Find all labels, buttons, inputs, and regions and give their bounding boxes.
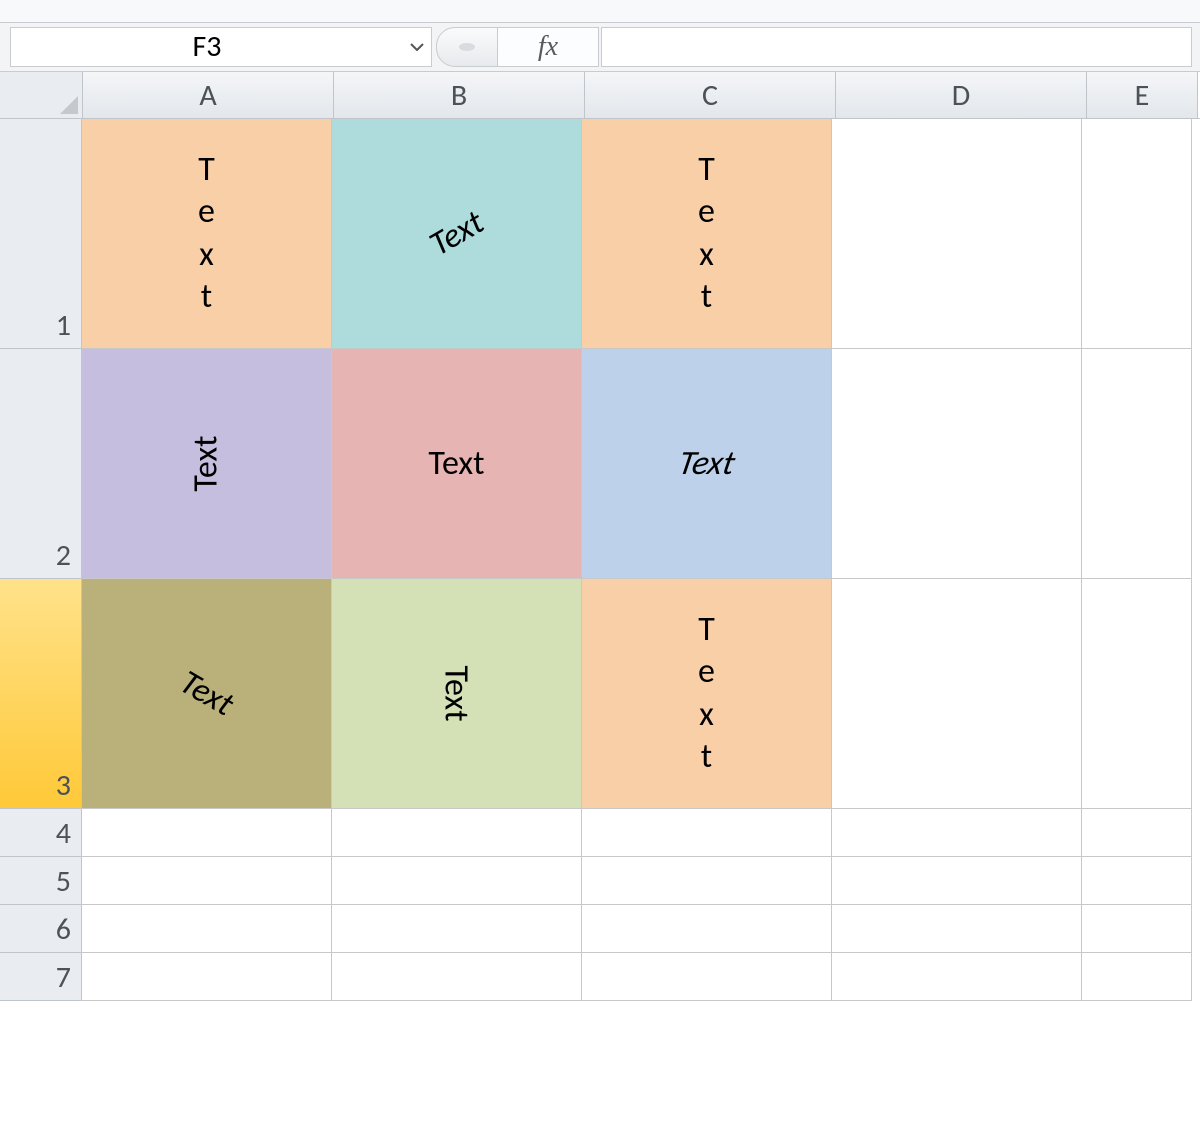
- cell-a6[interactable]: [82, 905, 332, 953]
- cell-content: Text: [698, 609, 715, 779]
- cell-a3[interactable]: Text: [82, 579, 332, 809]
- row-header-6[interactable]: 6: [0, 905, 82, 953]
- cell-d3[interactable]: [832, 579, 1082, 809]
- cell-content: Text: [423, 203, 491, 265]
- cell-d7[interactable]: [832, 953, 1082, 1001]
- cell-d4[interactable]: [832, 809, 1082, 857]
- cell-b2[interactable]: Text: [332, 349, 582, 579]
- cell-a7[interactable]: [82, 953, 332, 1001]
- formula-bar-buttons: fx: [436, 27, 599, 67]
- cell-c1[interactable]: Text: [582, 119, 832, 349]
- name-box-value[interactable]: F3: [11, 28, 403, 66]
- cell-a1[interactable]: Text: [82, 119, 332, 349]
- formula-input[interactable]: [601, 27, 1192, 67]
- cell-b4[interactable]: [332, 809, 582, 857]
- cell-d6[interactable]: [832, 905, 1082, 953]
- column-header-a[interactable]: A: [83, 72, 334, 118]
- row-2: 2 Text Text Text: [0, 349, 1200, 579]
- cell-c3[interactable]: Text: [582, 579, 832, 809]
- cell-a2[interactable]: Text: [82, 349, 332, 579]
- row-header-4[interactable]: 4: [0, 809, 82, 857]
- row-1: 1 Text Text Text: [0, 119, 1200, 349]
- cell-d1[interactable]: [832, 119, 1082, 349]
- row-header-3[interactable]: 3: [0, 579, 82, 809]
- row-3: 3 Text Text Text: [0, 579, 1200, 809]
- column-header-d[interactable]: D: [836, 72, 1087, 118]
- cell-c5[interactable]: [582, 857, 832, 905]
- cell-d5[interactable]: [832, 857, 1082, 905]
- cell-a4[interactable]: [82, 809, 332, 857]
- cancel-enter-pill: [436, 27, 498, 67]
- row-4: 4: [0, 809, 1200, 857]
- cell-b1[interactable]: Text: [332, 119, 582, 349]
- cell-content: Text: [437, 665, 476, 721]
- row-6: 6: [0, 905, 1200, 953]
- row-7: 7: [0, 953, 1200, 1001]
- row-5: 5: [0, 857, 1200, 905]
- row-header-5[interactable]: 5: [0, 857, 82, 905]
- cell-content: Text: [698, 149, 715, 319]
- name-box[interactable]: F3: [10, 27, 432, 67]
- row-header-1[interactable]: 1: [0, 119, 82, 349]
- cell-content: Text: [173, 663, 241, 725]
- column-header-e[interactable]: E: [1087, 72, 1198, 118]
- cell-e6[interactable]: [1082, 905, 1192, 953]
- select-all-corner[interactable]: [0, 72, 83, 118]
- cell-e2[interactable]: [1082, 349, 1192, 579]
- cell-b3[interactable]: Text: [332, 579, 582, 809]
- cell-content: Text: [198, 149, 215, 319]
- column-header-c[interactable]: C: [585, 72, 836, 118]
- cell-c7[interactable]: [582, 953, 832, 1001]
- formula-bar: F3 fx: [0, 23, 1200, 72]
- row-header-2[interactable]: 2: [0, 349, 82, 579]
- cell-b7[interactable]: [332, 953, 582, 1001]
- column-headers: ABCDE: [0, 72, 1200, 119]
- cell-content: Text: [428, 444, 484, 483]
- cell-e4[interactable]: [1082, 809, 1192, 857]
- insert-function-button[interactable]: fx: [498, 27, 599, 67]
- cell-c6[interactable]: [582, 905, 832, 953]
- cell-b5[interactable]: [332, 857, 582, 905]
- cell-e5[interactable]: [1082, 857, 1192, 905]
- cell-content: Text: [675, 444, 739, 483]
- cell-e7[interactable]: [1082, 953, 1192, 1001]
- fx-icon: fx: [538, 31, 558, 63]
- cell-c4[interactable]: [582, 809, 832, 857]
- name-box-dropdown-icon[interactable]: [403, 43, 431, 51]
- cell-content: Text: [187, 435, 226, 491]
- column-header-b[interactable]: B: [334, 72, 585, 118]
- ribbon-edge: [0, 0, 1200, 23]
- row-header-7[interactable]: 7: [0, 953, 82, 1001]
- cell-c2[interactable]: Text: [582, 349, 832, 579]
- cell-d2[interactable]: [832, 349, 1082, 579]
- cell-b6[interactable]: [332, 905, 582, 953]
- cell-e3[interactable]: [1082, 579, 1192, 809]
- grid-rows: 1 Text Text Text 2 Text Text Text 3 Text Text Text 4…: [0, 119, 1200, 1001]
- spreadsheet-grid: ABCDE 1 Text Text Text 2 Text Text Text 3 Text Tex…: [0, 72, 1200, 1001]
- cell-a5[interactable]: [82, 857, 332, 905]
- cell-e1[interactable]: [1082, 119, 1192, 349]
